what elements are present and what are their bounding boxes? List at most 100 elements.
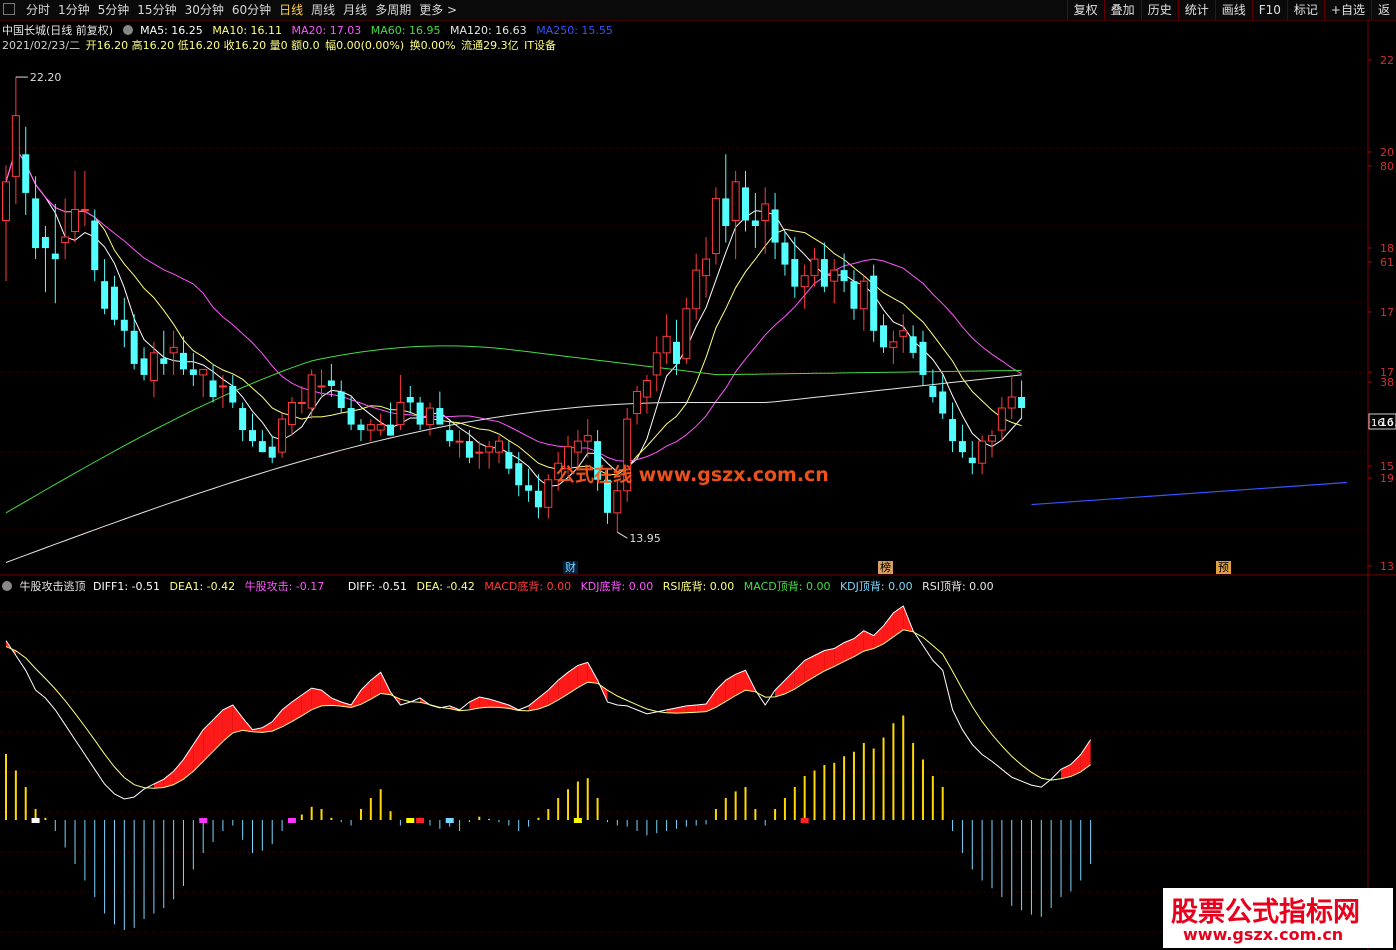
dea1-value: DEA1: -0.42 (169, 580, 236, 593)
dea-value: DEA: -0.42 (416, 580, 475, 593)
candle-body (199, 368, 208, 376)
candle-body (347, 408, 355, 425)
candle-body (820, 259, 828, 287)
signal-marker-4 (416, 818, 425, 823)
signal-marker-0 (31, 818, 40, 823)
macd-fill (834, 642, 845, 667)
candle-body (515, 463, 523, 486)
high-price-label: 22.20 (30, 71, 62, 84)
diff-value: DIFF: -0.51 (347, 580, 407, 593)
axis-tick-1: 20 (1380, 146, 1394, 159)
current-price-label: 16.0 (1371, 418, 1393, 429)
candle-body (949, 419, 957, 442)
candle-body (534, 490, 542, 508)
kdj-top-value: KDJ顶背: 0.00 (839, 580, 913, 593)
candle-body (32, 198, 40, 249)
ma5-line (5, 147, 1022, 487)
candle-body (672, 341, 680, 364)
candle-body (268, 446, 276, 458)
candle-body (939, 391, 947, 414)
event-tag-forecast[interactable]: 预 (1216, 561, 1231, 574)
signal-marker-7 (800, 818, 809, 823)
candle-body (287, 402, 296, 426)
candle-body (919, 341, 927, 375)
candle-body (583, 435, 592, 442)
candle-body (573, 440, 582, 453)
candle-body (278, 418, 287, 453)
candle-body (800, 275, 809, 288)
signal-marker-5 (445, 818, 454, 823)
candle-body (722, 198, 730, 226)
candle-body (978, 440, 987, 464)
macd-fill (568, 665, 578, 694)
axis-tick-5: 17 (1380, 306, 1394, 319)
candle-body (189, 369, 197, 375)
candle-body (317, 385, 326, 388)
ma10-line (5, 147, 1022, 476)
macd-fill (1080, 739, 1091, 772)
macd-fill (321, 690, 332, 706)
candle-body (2, 181, 10, 221)
rsi-top-value: RSI顶背: 0.00 (922, 580, 994, 593)
candle-body (485, 446, 494, 453)
macd-fill (577, 662, 588, 688)
candle-body (425, 407, 434, 426)
macd-fill (725, 674, 736, 702)
candle-body (258, 441, 266, 453)
macd-fill (232, 704, 243, 733)
candle-body (396, 402, 405, 426)
kdj-bottom-value: KDJ底背: 0.00 (580, 580, 654, 593)
candle-body (22, 154, 30, 193)
axis-tick-0: 22 (1380, 54, 1394, 67)
candle-body (830, 269, 839, 282)
candle-body (446, 430, 454, 442)
candle-body (337, 391, 345, 409)
candle-body (51, 253, 59, 260)
candle-body (229, 385, 237, 403)
macd-fill (1070, 754, 1081, 777)
ma120-line (5, 374, 1022, 563)
candle-body (209, 380, 217, 397)
candle-body (218, 385, 227, 388)
candle-body (968, 457, 976, 464)
candle-body (880, 325, 888, 348)
signal-marker-1 (199, 818, 208, 823)
macd-top-value: MACD顶背: 0.00 (743, 580, 831, 593)
candle-body (465, 441, 473, 458)
event-tag-finance[interactable]: 财 (563, 561, 578, 574)
candle-body (761, 203, 770, 221)
watermark-corner-title: 股票公式指标网 (1171, 897, 1360, 928)
candle-body (751, 220, 759, 226)
candle-body (1007, 396, 1016, 409)
candle-body (455, 440, 464, 443)
candle-body (958, 441, 966, 453)
macd-fill (873, 625, 884, 649)
collapse-icon[interactable] (2, 581, 12, 591)
event-tag-list[interactable]: 榜 (878, 561, 893, 574)
macd-fill (203, 719, 214, 762)
candle-body (406, 397, 414, 403)
candle-body (169, 346, 178, 354)
candle-body (297, 402, 306, 405)
candle-body (140, 358, 148, 375)
candle-body (101, 281, 109, 309)
candle-body (327, 380, 335, 386)
indicator-legend: 牛股攻击逃顶 DIFF1: -0.51 DEA1: -0.42 牛股攻击: -0… (2, 578, 1000, 594)
candle-body (110, 286, 118, 320)
candle-body (791, 259, 799, 287)
candle-body (652, 352, 661, 376)
candle-body (366, 424, 375, 431)
candle-body (642, 379, 651, 398)
candle-body (840, 270, 848, 282)
candle-body (179, 352, 187, 370)
macd-fill (715, 680, 726, 708)
candle-body (711, 197, 720, 255)
candle-body (850, 281, 858, 309)
candle-body (781, 242, 789, 265)
candle-body (525, 485, 533, 491)
axis-tick-11: 13 (1380, 560, 1394, 573)
candle-body (436, 408, 444, 425)
watermark-corner: 股票公式指标网 www.gszx.com.cn (1163, 888, 1393, 948)
candle-body (909, 336, 917, 353)
low-price-label: 13.95 (629, 532, 661, 545)
